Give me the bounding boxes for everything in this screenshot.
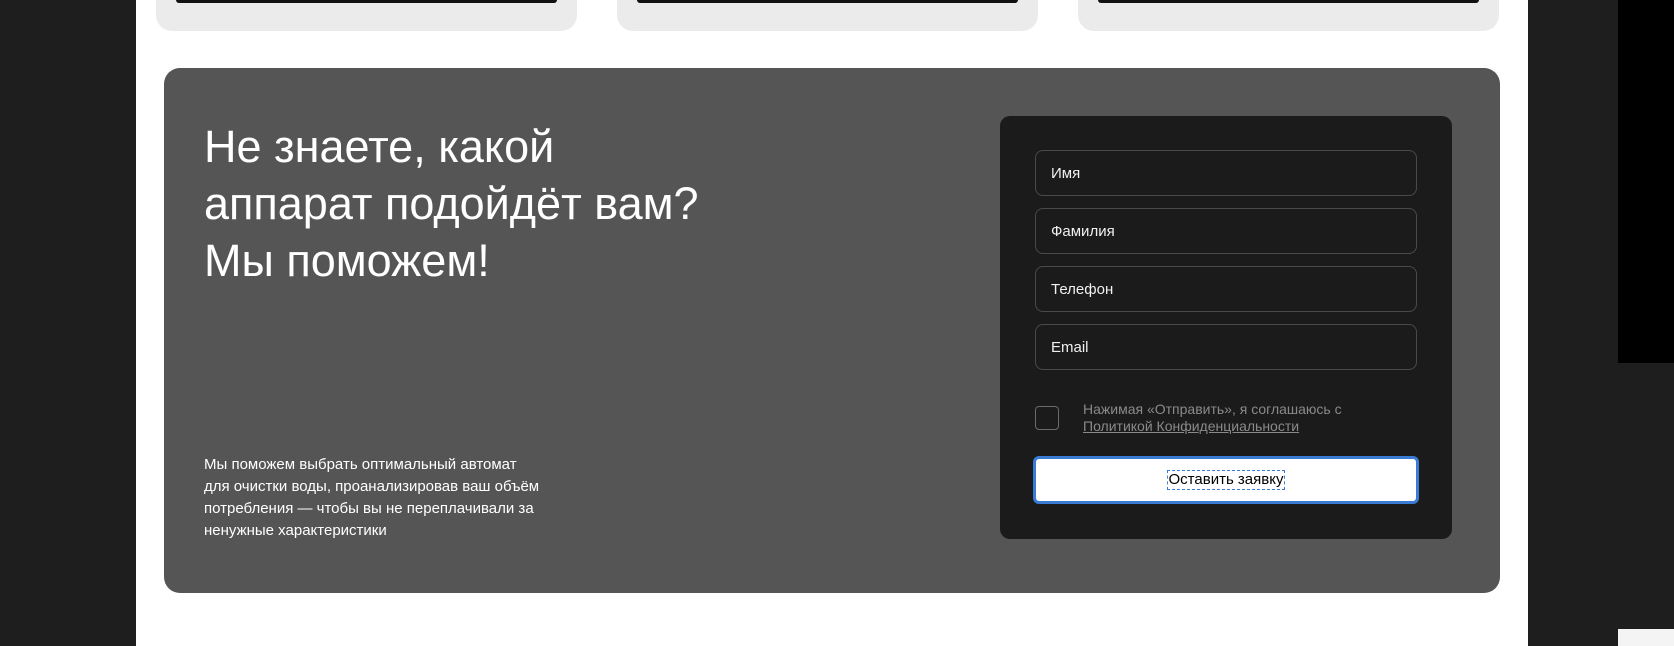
product-card[interactable] [617,0,1038,31]
card-image-edge [176,0,557,3]
privacy-policy-link[interactable]: Политикой Конфиденциальности [1083,418,1299,435]
submit-button-label: Оставить заявку [1166,470,1286,490]
description-line: для очистки воды, проанализировав ваш об… [204,478,540,495]
card-image-edge [1098,0,1479,3]
first-name-field[interactable] [1035,150,1417,196]
product-card[interactable] [156,0,577,31]
section-description: Мы поможем выбрать оптимальный автомат д… [204,454,584,542]
description-line: Мы поможем выбрать оптимальный автомат [204,456,517,473]
last-name-field[interactable] [1035,208,1417,254]
phone-field[interactable] [1035,266,1417,312]
title-line: Не знаете, какой [204,121,555,172]
title-line: аппарат подойдёт вам? [204,178,699,229]
consultation-section: Не знаете, какой аппарат подойдёт вам? М… [164,68,1500,593]
side-panel [1618,0,1674,363]
consent-text: Нажимая «Отправить», я соглашаюсь с Поли… [1083,401,1413,435]
consent-label: Нажимая «Отправить», я соглашаюсь с [1083,401,1342,417]
submit-request-button[interactable]: Оставить заявку [1033,456,1419,504]
corner-block [1618,629,1674,646]
request-form: Нажимая «Отправить», я соглашаюсь с Поли… [1000,116,1452,539]
description-line: потребления — чтобы вы не переплачивали … [204,500,534,517]
consent-checkbox[interactable] [1035,406,1059,430]
title-line: Мы поможем! [204,235,490,286]
description-line: ненужные характеристики [204,522,387,539]
card-image-edge [637,0,1018,3]
section-title: Не знаете, какой аппарат подойдёт вам? М… [204,118,764,289]
email-field[interactable] [1035,324,1417,370]
product-card[interactable] [1078,0,1499,31]
